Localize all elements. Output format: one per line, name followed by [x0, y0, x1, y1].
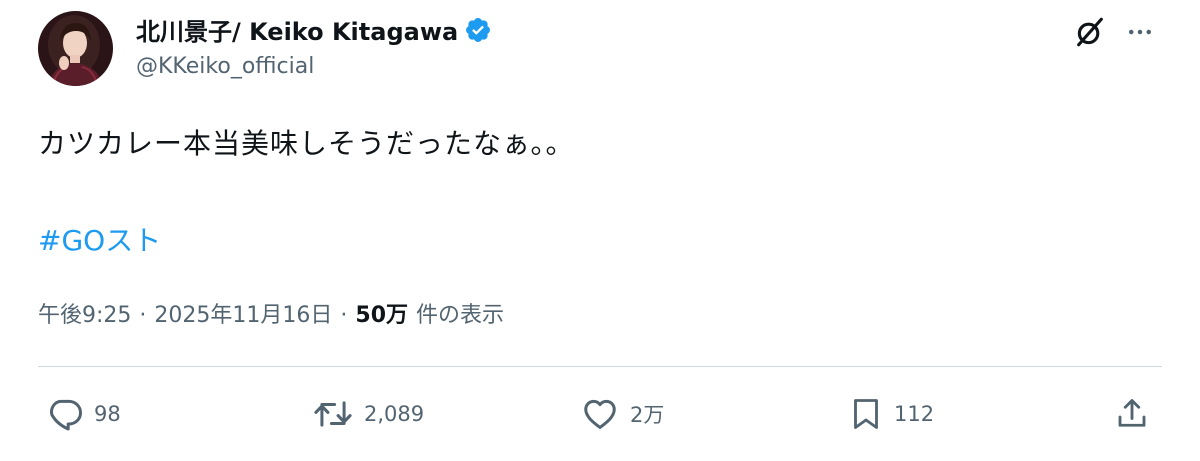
views-count[interactable]: 50万 [355, 297, 408, 329]
tweet-date[interactable]: 2025年11月16日 [154, 297, 332, 329]
author-display-name[interactable]: 北川景子/ Keiko Kitagawa [136, 12, 492, 47]
hashtag-link[interactable]: #GOスト [38, 219, 161, 259]
more-options-button[interactable] [1120, 12, 1160, 52]
like-button[interactable]: 2万 [580, 393, 664, 435]
tweet-text: カツカレー本当美味しそうだったなぁ。。 [38, 127, 575, 160]
retweet-count: 2,089 [364, 402, 425, 426]
grok-icon [1077, 17, 1103, 47]
bookmark-count: 112 [894, 402, 935, 426]
like-count: 2万 [630, 403, 665, 427]
tweet-time[interactable]: 午後9:25 [38, 297, 131, 329]
bookmark-button[interactable]: 112 [848, 393, 934, 435]
bookmark-icon [854, 399, 878, 429]
share-button[interactable] [1114, 393, 1150, 435]
retweet-icon [314, 401, 352, 427]
meta-separator: · [139, 303, 147, 328]
meta-separator: · [340, 303, 348, 328]
author-handle[interactable]: @KKeiko_official [136, 54, 314, 79]
reply-icon [50, 399, 83, 431]
divider [38, 366, 1162, 367]
more-dots-icon [1129, 29, 1151, 35]
reply-button[interactable]: 98 [46, 393, 121, 435]
tweet-card: 北川景子/ Keiko Kitagawa @KKeiko_official カツ… [0, 0, 1200, 461]
reply-count: 98 [94, 402, 121, 426]
display-name-text: 北川景子/ Keiko Kitagawa [136, 18, 459, 46]
tweet-meta: 午後9:25 · 2025年11月16日 · 50万 件の表示 [38, 297, 504, 329]
views-label: 件の表示 [416, 303, 505, 328]
verified-badge-icon[interactable] [464, 16, 492, 44]
avatar-photo [38, 11, 113, 86]
grok-button[interactable] [1070, 12, 1110, 52]
share-icon [1118, 399, 1146, 427]
retweet-button[interactable]: 2,089 [312, 393, 424, 435]
avatar[interactable] [38, 11, 113, 86]
heart-icon [584, 399, 616, 429]
